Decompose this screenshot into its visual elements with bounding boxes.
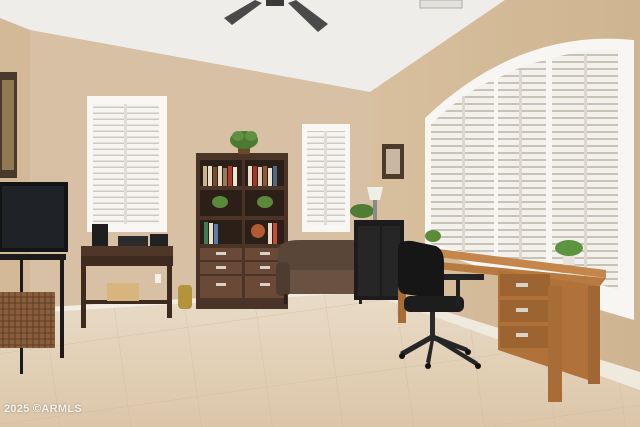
room-photo: 2025 ©ARMLS bbox=[0, 0, 640, 427]
plant-shelf-left bbox=[212, 196, 228, 208]
window-shutter-middle bbox=[302, 124, 350, 232]
decor-globe bbox=[251, 224, 265, 238]
media-cabinet bbox=[354, 220, 404, 300]
wicker-basket bbox=[0, 292, 55, 348]
plant-shelf-right bbox=[257, 196, 273, 208]
wall-outlet bbox=[155, 274, 161, 283]
floor-vase bbox=[178, 285, 192, 309]
storage-box bbox=[107, 283, 139, 301]
plant-cabinet bbox=[350, 204, 374, 218]
speaker-left bbox=[92, 224, 108, 246]
bookshelf bbox=[196, 153, 288, 309]
window-shutter-left bbox=[87, 96, 167, 232]
watermark-text: 2025 ©ARMLS bbox=[4, 403, 83, 415]
room-illustration bbox=[0, 0, 640, 427]
stereo-receiver bbox=[118, 236, 148, 246]
plant-windowsill bbox=[425, 230, 441, 242]
ceiling-vent bbox=[419, 0, 463, 9]
